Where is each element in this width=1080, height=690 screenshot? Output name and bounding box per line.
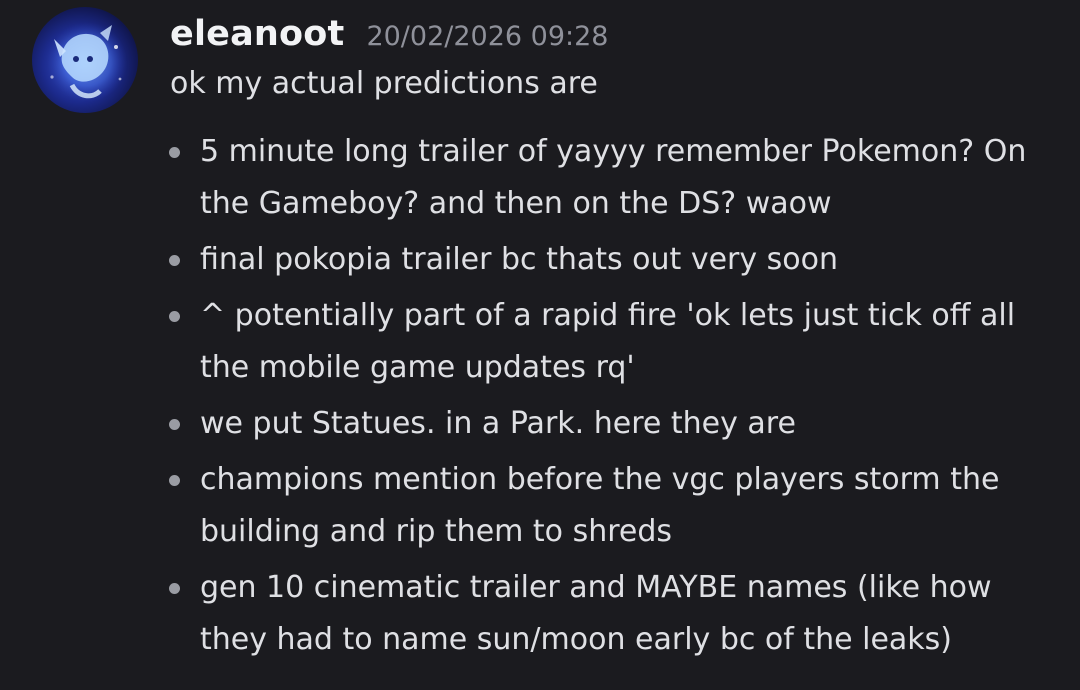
bullet-icon xyxy=(169,419,180,430)
avatar-image-icon xyxy=(47,22,127,102)
list-item-text: champions mention before the vgc players… xyxy=(200,462,1000,549)
list-item-text: ^ potentially part of a rapid fire 'ok l… xyxy=(200,298,1016,385)
list-item-text: final pokopia trailer bc thats out very … xyxy=(200,242,839,277)
list-item-text: gen 10 cinematic trailer and MAYBE names… xyxy=(200,570,992,657)
list-item-text: 5 minute long trailer of yayyy remember … xyxy=(200,134,1027,221)
bullet-icon xyxy=(169,147,180,158)
bullet-icon xyxy=(169,583,180,594)
username[interactable]: eleanoot xyxy=(170,14,344,54)
chat-message: eleanoot 20/02/2026 09:28 ok my actual p… xyxy=(0,0,1080,690)
bullet-icon xyxy=(169,475,180,486)
list-item: gen 10 cinematic trailer and MAYBE names… xyxy=(166,562,1046,666)
avatar[interactable] xyxy=(32,7,138,113)
message-header: eleanoot 20/02/2026 09:28 xyxy=(170,14,608,60)
list-item-text: we put Statues. in a Park. here they are xyxy=(200,406,796,441)
list-item: champions mention before the vgc players… xyxy=(166,454,1046,558)
list-item: 5 minute long trailer of yayyy remember … xyxy=(166,126,1046,230)
bullet-icon xyxy=(169,255,180,266)
list-item: we put Statues. in a Park. here they are xyxy=(166,398,1046,450)
list-item: ^ potentially part of a rapid fire 'ok l… xyxy=(166,290,1046,394)
bullet-icon xyxy=(169,311,180,322)
message-intro-text: ok my actual predictions are xyxy=(170,66,598,101)
timestamp[interactable]: 20/02/2026 09:28 xyxy=(366,21,608,52)
list-item: final pokopia trailer bc thats out very … xyxy=(166,234,1046,286)
prediction-list: 5 minute long trailer of yayyy remember … xyxy=(166,126,1046,670)
